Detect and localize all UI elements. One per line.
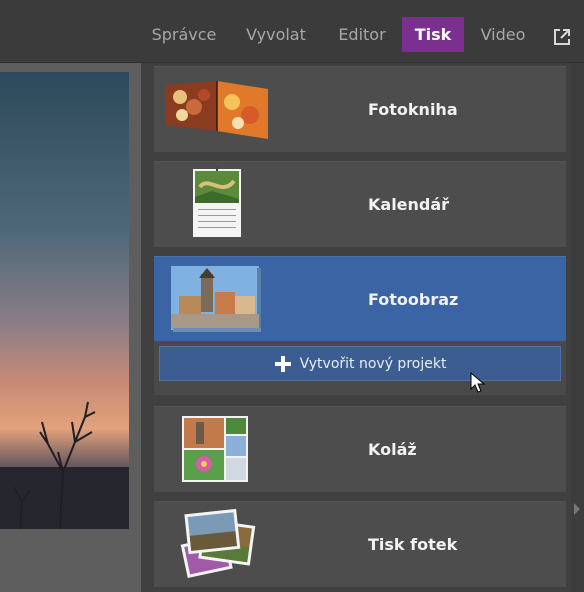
new-project-label: Vytvořit nový projekt xyxy=(299,355,447,372)
preview-photo xyxy=(0,72,129,529)
product-label: Tisk fotek xyxy=(368,535,458,554)
external-link-icon[interactable] xyxy=(552,27,572,47)
mouse-cursor-icon xyxy=(470,372,486,393)
product-tisk-fotek[interactable]: Tisk fotek xyxy=(154,501,566,587)
top-bar: Správce Vyvolat Editor Tisk Video xyxy=(0,0,584,63)
collage-thumbnail xyxy=(182,416,248,482)
photo-canvas-thumbnail xyxy=(171,266,261,332)
plus-icon xyxy=(274,355,291,372)
product-label: Fotoobraz xyxy=(368,290,459,309)
product-label: Kalendář xyxy=(368,195,450,214)
tab-tisk[interactable]: Tisk xyxy=(402,17,464,52)
product-kalendar[interactable]: Kalendář xyxy=(154,161,566,247)
product-fotoobraz[interactable]: Fotoobraz xyxy=(154,256,566,342)
photo-prints-thumbnail xyxy=(180,508,256,578)
product-kolaz[interactable]: Koláž xyxy=(154,406,566,492)
photobook-thumbnail xyxy=(166,81,268,139)
new-project-button[interactable]: Vytvořit nový projekt xyxy=(159,346,561,381)
scroll-right-arrow-icon[interactable] xyxy=(573,502,581,516)
product-label: Fotokniha xyxy=(368,100,458,119)
tab-vyvolat[interactable]: Vyvolat xyxy=(240,17,312,52)
product-fotokniha[interactable]: Fotokniha xyxy=(154,66,566,152)
product-label: Koláž xyxy=(368,440,417,459)
tab-spravce[interactable]: Správce xyxy=(146,17,222,52)
tab-video[interactable]: Video xyxy=(474,17,532,52)
tab-editor[interactable]: Editor xyxy=(332,17,392,52)
calendar-thumbnail xyxy=(193,167,241,237)
